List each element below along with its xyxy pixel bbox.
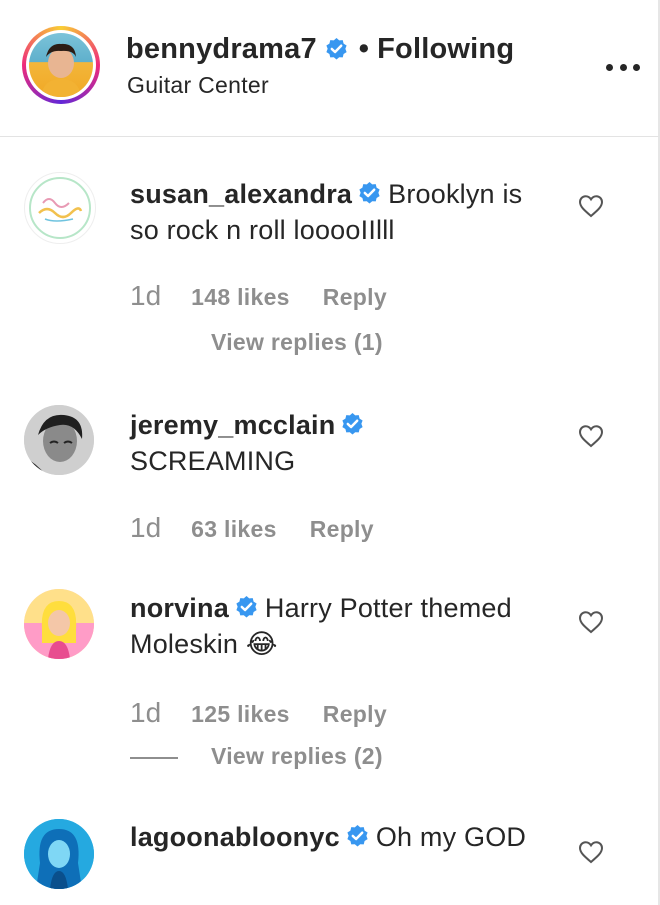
comment-username[interactable]: norvina — [130, 593, 229, 623]
like-heart-icon[interactable] — [578, 840, 604, 864]
comment-body: jeremy_mcclain SCREAMING — [130, 407, 550, 479]
post-author-line: bennydrama7 • Following — [126, 33, 514, 66]
post-header: bennydrama7 • Following Guitar Center — [0, 0, 660, 137]
commenter-avatar[interactable] — [24, 172, 96, 244]
comment: lagoonabloonyc Oh my GOD — [0, 802, 660, 905]
comment-time[interactable]: 1d — [130, 697, 161, 729]
comment-likes[interactable]: 148 likes — [191, 284, 290, 311]
verified-badge-icon — [359, 182, 380, 204]
comment-username[interactable]: jeremy_mcclain — [130, 410, 335, 440]
separator-dot: • — [358, 33, 370, 65]
post-location[interactable]: Guitar Center — [127, 72, 269, 99]
comment-username[interactable]: susan_alexandra — [130, 179, 352, 209]
verified-badge-icon — [347, 825, 368, 847]
view-replies-divider — [130, 757, 178, 759]
commenter-avatar[interactable] — [24, 819, 94, 889]
comment-meta: 1d 125 likes Reply — [130, 697, 387, 729]
comment-body: lagoonabloonyc Oh my GOD — [130, 819, 550, 855]
comment: norvina Harry Potter themed Moleskin 😂 1d… — [0, 580, 660, 802]
more-options-icon[interactable] — [606, 64, 640, 72]
verified-badge-icon — [236, 596, 257, 618]
comment-text: SCREAMING — [130, 446, 296, 476]
comment-meta: 1d 148 likes Reply — [130, 280, 387, 312]
commenter-avatar[interactable] — [24, 589, 94, 659]
comment: jeremy_mcclain SCREAMING 1d 63 likes Repl… — [0, 390, 660, 580]
comment-username[interactable]: lagoonabloonyc — [130, 822, 340, 852]
comment-meta: 1d 63 likes Reply — [130, 512, 374, 544]
comment-text: Oh my GOD — [375, 822, 527, 852]
comment-body: norvina Harry Potter themed Moleskin 😂 — [130, 590, 550, 662]
post-author-avatar[interactable] — [22, 26, 100, 104]
reply-button[interactable]: Reply — [310, 516, 374, 543]
comment-likes[interactable]: 125 likes — [191, 701, 290, 728]
comment: susan_alexandra Brooklyn is so rock n rol… — [0, 137, 660, 390]
like-heart-icon[interactable] — [578, 194, 604, 218]
verified-badge-icon — [342, 413, 364, 435]
following-button[interactable]: Following — [377, 33, 514, 66]
reply-button[interactable]: Reply — [323, 701, 387, 728]
like-heart-icon[interactable] — [578, 610, 604, 634]
comment-likes[interactable]: 63 likes — [191, 516, 277, 543]
comment-body: susan_alexandra Brooklyn is so rock n rol… — [130, 176, 550, 248]
view-replies-button[interactable]: View replies (1) — [211, 329, 383, 356]
post-author-username[interactable]: bennydrama7 — [126, 33, 317, 66]
verified-badge-icon — [326, 38, 347, 60]
commenter-avatar[interactable] — [24, 405, 94, 475]
comment-time[interactable]: 1d — [130, 512, 161, 544]
reply-button[interactable]: Reply — [323, 284, 387, 311]
comment-time[interactable]: 1d — [130, 280, 161, 312]
like-heart-icon[interactable] — [578, 424, 604, 448]
view-replies-button[interactable]: View replies (2) — [211, 743, 383, 770]
